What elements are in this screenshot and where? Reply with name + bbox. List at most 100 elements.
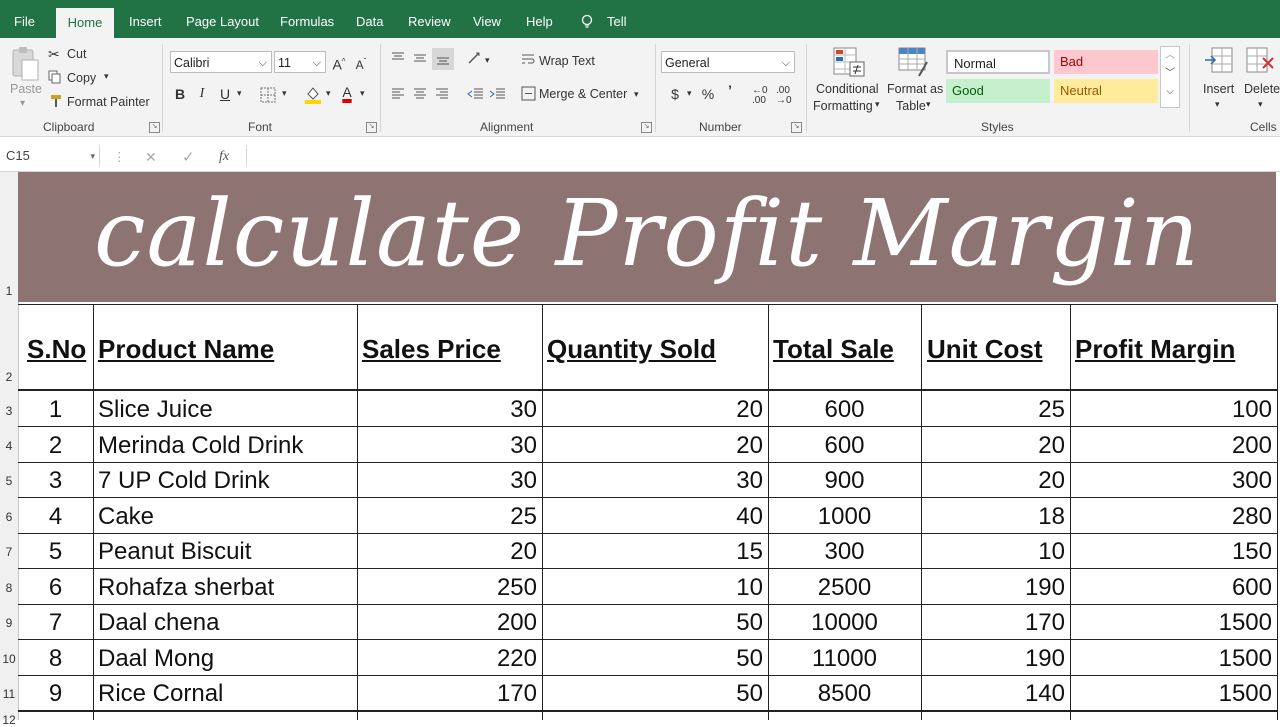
italic-button[interactable]: I (193, 84, 211, 104)
more-styles-icon[interactable]: ⌵ (1161, 83, 1179, 101)
format-as-table-line2[interactable]: Table (896, 99, 926, 113)
percent-button[interactable]: % (699, 84, 717, 104)
row-header[interactable]: 11 (0, 687, 18, 701)
cell-product-name[interactable]: Slice Juice (98, 392, 352, 427)
cell-profit-margin[interactable]: 600 (1075, 570, 1272, 605)
cell-unit-cost[interactable]: 140 (926, 676, 1065, 711)
cell-product-name[interactable]: Cake (98, 499, 352, 534)
copy-button[interactable]: Copy (67, 71, 96, 85)
cell-quantity-sold[interactable]: 50 (547, 605, 763, 640)
shrink-font-button[interactable]: Aˇ (352, 52, 370, 72)
decrease-indent-icon[interactable] (466, 87, 484, 101)
cell-quantity-sold[interactable]: 50 (547, 641, 763, 676)
cell-sno[interactable]: 5 (23, 534, 88, 569)
wrap-text-button[interactable]: Wrap Text (539, 54, 595, 68)
tab-view[interactable]: View (473, 0, 501, 38)
cell-profit-margin[interactable]: 200 (1075, 428, 1272, 463)
copy-dropdown-icon[interactable]: ▾ (104, 71, 109, 82)
cell-total-sale[interactable]: 10000 (773, 605, 916, 640)
align-middle-icon[interactable] (412, 51, 428, 65)
font-color-button[interactable]: A (338, 82, 356, 102)
cell-quantity-sold[interactable]: 20 (547, 428, 763, 463)
tab-insert[interactable]: Insert (129, 0, 162, 38)
cell-sales-price[interactable]: 170 (362, 676, 537, 711)
align-center-icon[interactable] (412, 87, 428, 101)
styles-gallery-scroll[interactable]: ︿ ﹀ ⌵ (1160, 46, 1180, 108)
increase-indent-icon[interactable] (488, 87, 506, 101)
cell-quantity-sold[interactable]: 10 (547, 570, 763, 605)
cell-sales-price[interactable]: 30 (362, 392, 537, 427)
header-sno[interactable]: S.No (27, 336, 86, 362)
cell-quantity-sold[interactable]: 30 (547, 463, 763, 498)
cut-button[interactable]: Cut (67, 47, 86, 61)
cell-unit-cost[interactable]: 18 (926, 499, 1065, 534)
conditional-formatting-line1[interactable]: Conditional (816, 82, 879, 96)
cell-sno[interactable]: 1 (23, 392, 88, 427)
cell-profit-margin[interactable]: 300 (1075, 463, 1272, 498)
font-name-select[interactable]: Calibri ⌵ (170, 51, 272, 73)
cell-product-name[interactable]: 7 UP Cold Drink (98, 463, 352, 498)
cell-sno[interactable]: 7 (23, 605, 88, 640)
header-profit-margin[interactable]: Profit Margin (1075, 336, 1235, 362)
comma-button[interactable]: ’ (721, 80, 739, 100)
fill-color-icon[interactable] (304, 84, 322, 104)
cell-sales-price[interactable]: 220 (362, 641, 537, 676)
fill-color-dropdown-icon[interactable]: ▾ (326, 88, 331, 99)
delete-dropdown-icon[interactable]: ▾ (1258, 99, 1263, 110)
cell-total-sale[interactable]: 8500 (773, 676, 916, 711)
borders-icon[interactable] (260, 87, 276, 103)
currency-dropdown-icon[interactable]: ▾ (687, 88, 692, 99)
row-header[interactable]: 9 (0, 616, 18, 630)
cell-total-sale[interactable]: 300 (773, 534, 916, 569)
more-options-icon[interactable]: ⋮ (113, 149, 126, 164)
row-header[interactable]: 8 (0, 581, 18, 595)
font-launcher-icon[interactable]: ↘ (366, 122, 377, 133)
cell-sales-price[interactable]: 30 (362, 428, 537, 463)
insert-dropdown-icon[interactable]: ▾ (1215, 99, 1220, 110)
cell-product-name[interactable]: Daal chena (98, 605, 352, 640)
format-table-dropdown-icon[interactable]: ▾ (926, 99, 931, 110)
row-header[interactable]: 5 (0, 474, 18, 488)
insert-cells-button[interactable]: Insert (1203, 82, 1234, 96)
merge-center-button[interactable]: Merge & Center (539, 87, 627, 101)
insert-function-button[interactable]: fx (219, 149, 229, 165)
cell-product-name[interactable]: Merinda Cold Drink (98, 428, 352, 463)
cell-profit-margin[interactable]: 1500 (1075, 676, 1272, 711)
style-bad[interactable]: Bad (1054, 50, 1158, 74)
orientation-dropdown-icon[interactable]: ▾ (485, 55, 490, 66)
underline-button[interactable]: U (216, 84, 234, 104)
cell-unit-cost[interactable]: 10 (926, 534, 1065, 569)
underline-dropdown-icon[interactable]: ▾ (237, 88, 242, 99)
row-header[interactable]: 12 (0, 713, 18, 727)
cell-unit-cost[interactable]: 25 (926, 392, 1065, 427)
row-header[interactable]: 6 (0, 510, 18, 524)
style-good[interactable]: Good (946, 79, 1050, 103)
tab-home[interactable]: Home (56, 8, 114, 38)
tab-page-layout[interactable]: Page Layout (186, 0, 259, 38)
tab-data[interactable]: Data (356, 0, 383, 38)
chevron-up-icon[interactable]: ︿ (1161, 47, 1179, 65)
row-header[interactable]: 2 (0, 370, 18, 384)
tab-help[interactable]: Help (526, 0, 553, 38)
clipboard-launcher-icon[interactable]: ↘ (149, 122, 160, 133)
header-sales-price[interactable]: Sales Price (362, 336, 501, 362)
alignment-launcher-icon[interactable]: ↘ (641, 122, 652, 133)
conditional-formatting-line2[interactable]: Formatting (813, 99, 873, 113)
paste-button[interactable]: Paste (10, 82, 42, 96)
cell-sales-price[interactable]: 20 (362, 534, 537, 569)
cell-unit-cost[interactable]: 20 (926, 428, 1065, 463)
style-neutral[interactable]: Neutral (1054, 79, 1158, 103)
cell-sno[interactable]: 2 (23, 428, 88, 463)
cancel-icon[interactable]: ✕ (145, 149, 157, 166)
cell-unit-cost[interactable]: 190 (926, 641, 1065, 676)
cell-unit-cost[interactable]: 170 (926, 605, 1065, 640)
paste-dropdown-icon[interactable]: ▾ (20, 98, 25, 109)
chevron-down-icon[interactable]: ▾ (90, 145, 95, 167)
number-format-select[interactable]: General ⌵ (661, 51, 795, 73)
grow-font-button[interactable]: A^ (330, 52, 348, 73)
paste-icon[interactable] (10, 46, 40, 84)
cell-profit-margin[interactable]: 1500 (1075, 605, 1272, 640)
cell-product-name[interactable]: Rohafza sherbat (98, 570, 352, 605)
cell-total-sale[interactable]: 11000 (773, 641, 916, 676)
cell-unit-cost[interactable]: 190 (926, 570, 1065, 605)
